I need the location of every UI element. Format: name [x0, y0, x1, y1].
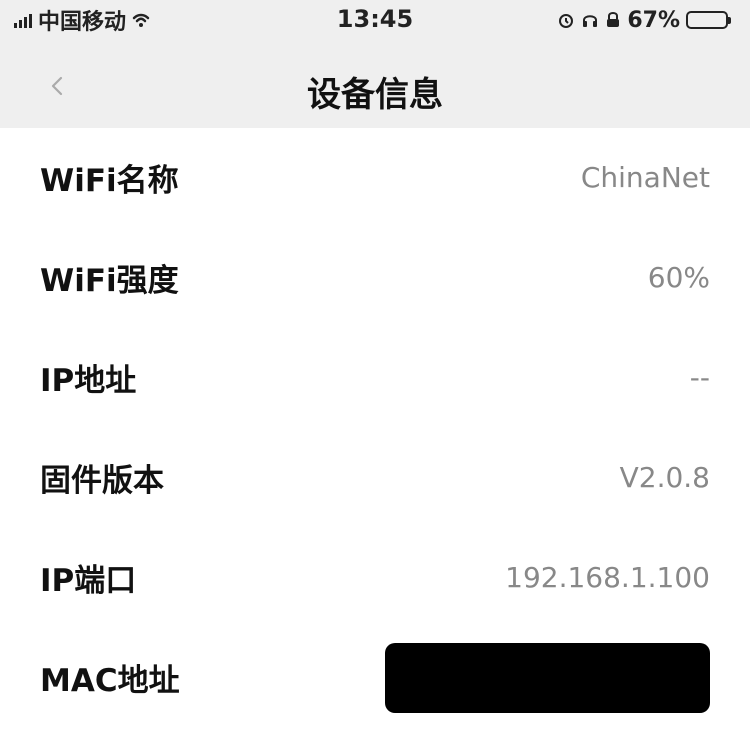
signal-icon — [14, 12, 32, 28]
mac-address-label: MAC地址 — [40, 663, 180, 699]
ip-address-label: IP地址 — [40, 363, 137, 399]
carrier-name: 中国移动 — [38, 10, 127, 35]
wifi-name-label: WiFi名称 — [40, 163, 179, 199]
firmware-version-value: V2.0.8 — [619, 461, 710, 494]
device-info-screen: 中国移动 13:45 67% 设备信息 WiFi名称 ChinaNet WiFi… — [0, 0, 750, 750]
list-item-ip-port: IP端口 192.168.1.100 — [0, 528, 750, 628]
navigation-bar: 设备信息 — [0, 40, 750, 128]
list-item-firmware-version: 固件版本 V2.0.8 — [0, 428, 750, 528]
status-left: 中国移动 — [14, 4, 150, 36]
page-title: 设备信息 — [307, 75, 443, 115]
list-item-mac-address: MAC地址 — [0, 628, 750, 728]
list-item-wifi-name: WiFi名称 ChinaNet — [0, 128, 750, 228]
headphones-icon — [581, 11, 599, 29]
wifi-name-value: ChinaNet — [580, 161, 710, 194]
redacted-mac-address-block — [385, 642, 710, 713]
ip-port-label: IP端口 — [40, 563, 137, 599]
ip-address-value: -- — [689, 361, 710, 394]
wifi-strength-value: 60% — [647, 261, 710, 294]
chevron-left-icon — [51, 76, 63, 96]
alarm-icon — [557, 11, 575, 29]
status-right: 67% — [557, 7, 731, 33]
list-item-wifi-strength: WiFi强度 60% — [0, 228, 750, 328]
battery-percent: 67% — [627, 7, 680, 33]
back-button[interactable] — [30, 58, 86, 114]
status-bar: 中国移动 13:45 67% — [0, 0, 750, 40]
ip-port-value: 192.168.1.100 — [505, 561, 710, 594]
battery-icon — [686, 11, 731, 29]
wifi-strength-label: WiFi强度 — [40, 263, 179, 299]
device-info-list: WiFi名称 ChinaNet WiFi强度 60% IP地址 -- 固件版本 … — [0, 128, 750, 750]
firmware-version-label: 固件版本 — [40, 463, 164, 499]
wifi-icon — [132, 12, 150, 28]
status-time: 13:45 — [336, 5, 414, 33]
list-item-ip-address: IP地址 -- — [0, 328, 750, 428]
lock-icon — [605, 11, 621, 29]
